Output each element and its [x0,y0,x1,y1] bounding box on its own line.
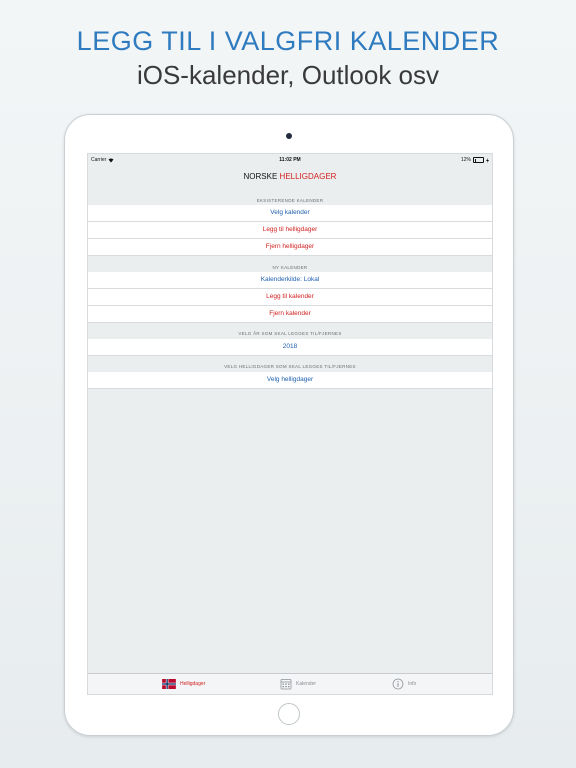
promo-headline: LEGG TIL I VALGFRI KALENDER [76,26,500,56]
promo-subline: iOS-kalender, Outlook osv [136,60,440,90]
norway-flag-icon [162,679,176,689]
nav-title-part1: NORSKE [243,172,280,181]
add-calendar-button[interactable]: Legg til kalender [88,289,492,306]
calendar-icon [280,679,292,690]
status-time: 11:02 PM [279,157,301,163]
tab-calendar-label: Kalender [296,681,317,687]
select-calendar-button[interactable]: Velg kalender [88,205,492,222]
select-holidays-button[interactable]: Velg helligdager [88,372,492,389]
remove-calendar-button[interactable]: Fjern kalender [88,306,492,323]
tab-calendar[interactable]: Kalender [280,678,316,690]
remove-holidays-button[interactable]: Fjern helligdager [88,239,492,256]
tab-info[interactable]: Info [392,678,416,690]
info-icon [392,678,404,690]
home-button[interactable] [278,703,300,725]
nav-title: NORSKE HELLIGDAGER [88,165,492,189]
tab-holidays-label: Helligdager [180,681,206,687]
tab-bar: Helligdager Kalender Info [88,673,492,694]
section-header-holidays: VELG HELLIGDAGER SOM SKAL LEGGES TIL/FJE… [224,364,356,369]
battery-percent: 12% [460,157,471,163]
ipad-frame: Carrier 11:02 PM 12% NORSKE HELLIGDAGER … [64,114,514,736]
camera-icon [286,133,292,139]
nav-title-part2: HELLIGDAGER [279,172,337,181]
section-header-year: VELG ÅR SOM SKAL LEGGES TIL/FJERNES [238,331,342,336]
section-header-new: NY KALENDER [272,265,308,270]
battery-icon [473,157,484,163]
charging-icon [486,157,489,163]
year-select-button[interactable]: 2018 [88,339,492,356]
calendar-source-button[interactable]: Kalenderkilde: Lokal [88,272,492,289]
tab-info-label: Info [408,681,417,687]
status-bar: Carrier 11:02 PM 12% [88,154,492,165]
section-header-existing: EKSISTERENDE KALENDER [256,198,324,203]
add-holidays-button[interactable]: Legg til helligdager [88,222,492,239]
app-screen: Carrier 11:02 PM 12% NORSKE HELLIGDAGER … [87,153,493,695]
tab-holidays[interactable]: Helligdager [162,678,205,690]
